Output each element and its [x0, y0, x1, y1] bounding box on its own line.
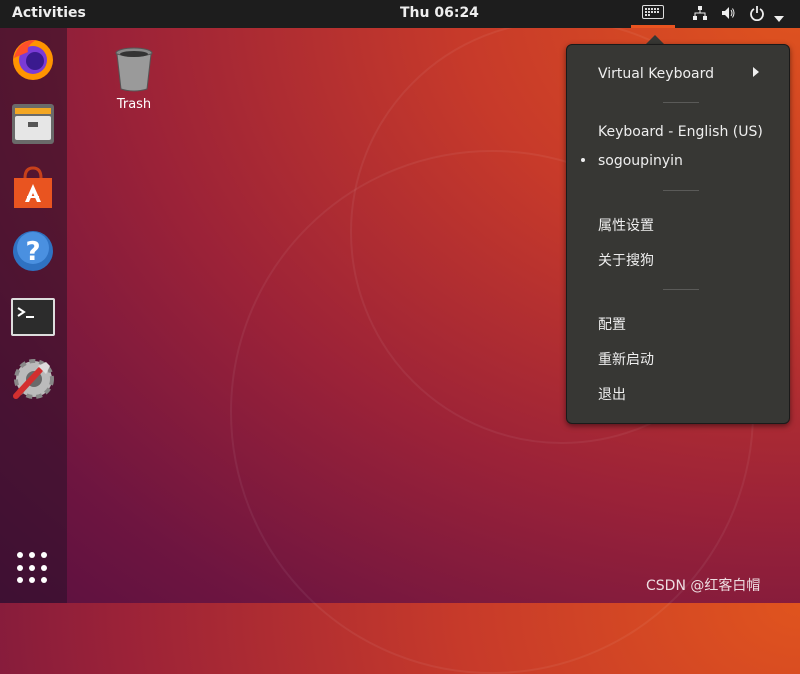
chevron-down-icon[interactable]	[774, 10, 784, 26]
show-applications-icon[interactable]	[17, 552, 49, 584]
menu-item-config[interactable]: 配置	[598, 314, 626, 334]
help-icon[interactable]: ?	[10, 228, 56, 274]
menu-item-keyboard-layout[interactable]: Keyboard - English (US)	[598, 124, 763, 140]
menu-separator	[663, 190, 699, 191]
trash-icon	[115, 47, 153, 92]
power-icon[interactable]	[749, 5, 765, 25]
menu-item-quit[interactable]: 退出	[598, 384, 626, 404]
menu-item-virtual-keyboard[interactable]: Virtual Keyboard	[598, 66, 768, 82]
files-icon[interactable]	[10, 100, 56, 146]
watermark: CSDN @红客白帽	[646, 578, 761, 594]
activities-button[interactable]: Activities	[12, 5, 86, 21]
clock[interactable]: Thu 06:24	[400, 5, 479, 21]
menu-item-restart[interactable]: 重新启动	[598, 349, 654, 369]
dock: ?	[0, 28, 67, 603]
trash-label: Trash	[116, 97, 152, 112]
menu-separator	[663, 102, 699, 103]
software-icon[interactable]	[10, 164, 56, 210]
volume-icon[interactable]	[720, 5, 736, 25]
firefox-icon[interactable]	[10, 36, 56, 82]
menu-item-about[interactable]: 关于搜狗	[598, 250, 654, 270]
menu-item-sogoupinyin[interactable]: sogoupinyin	[598, 153, 683, 169]
input-method-menu: Virtual Keyboard Keyboard - English (US)…	[566, 44, 790, 424]
svg-text:?: ?	[25, 237, 40, 267]
submenu-arrow-icon	[753, 67, 759, 77]
network-icon[interactable]	[692, 5, 708, 25]
top-bar: Activities Thu 06:24	[0, 0, 800, 28]
menu-item-properties[interactable]: 属性设置	[598, 215, 654, 235]
menu-separator	[663, 289, 699, 290]
keyboard-indicator-icon[interactable]	[642, 5, 664, 19]
settings-icon[interactable]	[10, 356, 56, 402]
desktop-trash[interactable]: Trash	[107, 45, 161, 112]
menu-item-label: Virtual Keyboard	[598, 66, 715, 82]
terminal-icon[interactable]	[10, 294, 56, 340]
selected-bullet-icon	[581, 158, 585, 162]
active-indicator	[631, 25, 675, 28]
